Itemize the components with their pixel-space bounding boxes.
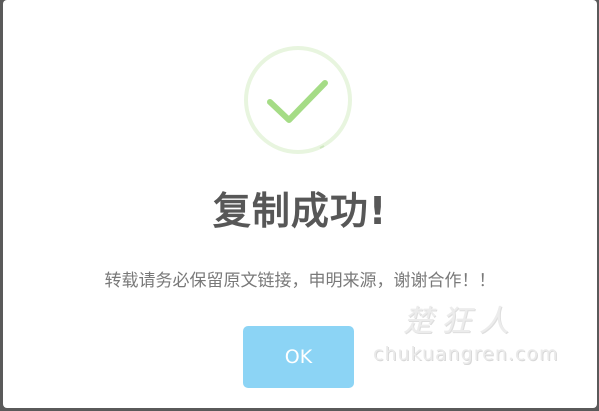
success-check-icon bbox=[244, 46, 352, 154]
dialog-message: 转载请务必保留原文链接，申明来源，谢谢合作！！ bbox=[104, 271, 496, 291]
watermark-url: chukuangren.com bbox=[373, 343, 559, 365]
ok-button[interactable]: OK bbox=[243, 326, 354, 388]
dialog-title: 复制成功! bbox=[212, 189, 388, 233]
success-dialog: 复制成功! 转载请务必保留原文链接，申明来源，谢谢合作！！ OK 楚狂人 chu… bbox=[3, 0, 597, 408]
watermark-logo-text: 楚狂人 bbox=[403, 304, 517, 339]
